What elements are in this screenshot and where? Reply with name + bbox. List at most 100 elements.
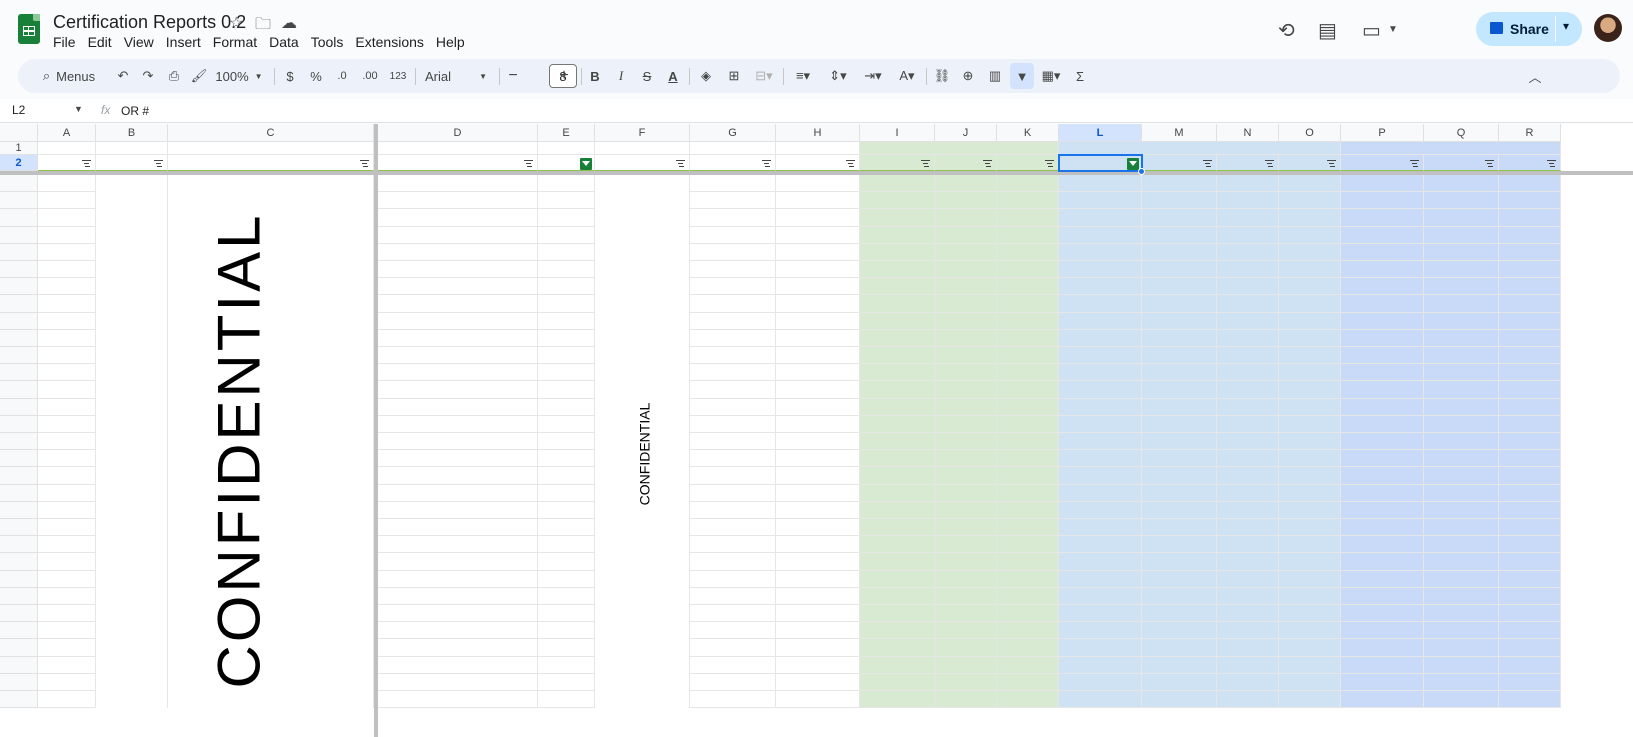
program-cell[interactable] <box>38 519 96 537</box>
table-cell[interactable] <box>1217 639 1279 657</box>
table-cell[interactable] <box>935 329 997 347</box>
table-cell[interactable] <box>1142 553 1217 571</box>
table-cell[interactable] <box>776 450 860 468</box>
share-button[interactable]: Share ▾ <box>1476 12 1582 46</box>
table-cell[interactable] <box>997 605 1059 623</box>
table-cell[interactable] <box>1341 450 1424 468</box>
table-cell[interactable] <box>595 192 690 210</box>
column-label-result[interactable] <box>1279 155 1341 171</box>
table-cell[interactable] <box>595 364 690 382</box>
increase-decimal-button[interactable]: .00 <box>358 59 382 93</box>
table-cell[interactable] <box>935 639 997 657</box>
table-cell[interactable] <box>997 536 1059 554</box>
table-cell[interactable] <box>690 243 776 261</box>
program-cell[interactable] <box>38 226 96 244</box>
table-cell[interactable] <box>1499 536 1561 554</box>
table-cell[interactable] <box>935 467 997 485</box>
table-cell[interactable] <box>538 329 595 347</box>
row-header[interactable] <box>0 398 38 416</box>
table-cell[interactable] <box>860 450 935 468</box>
table-cell[interactable] <box>860 536 935 554</box>
table-cell[interactable] <box>1142 570 1217 588</box>
table-cell[interactable] <box>538 398 595 416</box>
table-cell[interactable] <box>1424 467 1499 485</box>
table-cell[interactable] <box>776 691 860 709</box>
table-cell[interactable] <box>378 691 538 709</box>
table-cell[interactable] <box>935 519 997 537</box>
table-cell[interactable] <box>1424 243 1499 261</box>
table-cell[interactable] <box>776 329 860 347</box>
table-cell[interactable] <box>935 622 997 640</box>
table-cell[interactable] <box>1424 570 1499 588</box>
program-cell[interactable] <box>38 415 96 433</box>
menu-file[interactable]: File <box>53 34 82 50</box>
table-cell[interactable] <box>1424 415 1499 433</box>
program-cell[interactable] <box>38 347 96 365</box>
table-cell[interactable] <box>1499 243 1561 261</box>
program-cell[interactable] <box>38 243 96 261</box>
table-cell[interactable] <box>997 415 1059 433</box>
column-header-k[interactable]: K <box>997 124 1059 142</box>
table-cell[interactable] <box>96 209 168 227</box>
table-cell[interactable] <box>538 261 595 279</box>
table-cell[interactable] <box>1217 587 1279 605</box>
table-cell[interactable] <box>935 347 997 365</box>
zoom-select[interactable]: 100% ▼ <box>213 59 265 93</box>
table-cell[interactable] <box>1424 329 1499 347</box>
table-cell[interactable] <box>378 587 538 605</box>
column-label-code-teacher[interactable] <box>595 155 690 171</box>
table-cell[interactable] <box>776 433 860 451</box>
program-cell[interactable] <box>38 570 96 588</box>
table-cell[interactable] <box>1499 656 1561 674</box>
table-cell[interactable] <box>1279 226 1341 244</box>
table-cell[interactable] <box>935 673 997 691</box>
table-cell[interactable] <box>1059 381 1142 399</box>
table-cell[interactable] <box>538 587 595 605</box>
table-cell[interactable] <box>935 192 997 210</box>
program-cell[interactable] <box>38 295 96 313</box>
font-select[interactable]: Arial ▼ <box>421 59 491 93</box>
row-header[interactable] <box>0 484 38 502</box>
table-cell[interactable] <box>1499 450 1561 468</box>
column-label-final-result[interactable] <box>776 155 860 171</box>
filter-icon[interactable] <box>1485 160 1494 167</box>
program-cell[interactable] <box>38 501 96 519</box>
select-all-corner[interactable] <box>0 124 38 142</box>
table-cell[interactable] <box>538 691 595 709</box>
table-cell[interactable] <box>378 622 538 640</box>
table-cell[interactable] <box>538 501 595 519</box>
table-cell[interactable] <box>1142 639 1217 657</box>
table-cell[interactable] <box>1217 329 1279 347</box>
table-cell[interactable] <box>538 536 595 554</box>
table-cell[interactable] <box>96 484 168 502</box>
table-cell[interactable] <box>935 553 997 571</box>
table-cell[interactable] <box>997 673 1059 691</box>
table-cell[interactable] <box>1059 364 1142 382</box>
row-header[interactable] <box>0 329 38 347</box>
table-cell[interactable] <box>1142 312 1217 330</box>
table-cell[interactable] <box>378 278 538 296</box>
column-label-or[interactable] <box>1059 155 1142 171</box>
filter-icon[interactable] <box>524 160 533 167</box>
table-cell[interactable] <box>595 570 690 588</box>
table-cell[interactable] <box>1279 433 1341 451</box>
table-cell[interactable] <box>1424 501 1499 519</box>
table-cell[interactable] <box>1059 656 1142 674</box>
table-cell[interactable] <box>538 553 595 571</box>
table-cell[interactable] <box>997 639 1059 657</box>
table-cell[interactable] <box>1279 415 1341 433</box>
text-rotation-icon[interactable]: A▾ <box>892 59 922 93</box>
table-cell[interactable] <box>776 261 860 279</box>
filter-icon[interactable] <box>921 160 930 167</box>
table-cell[interactable] <box>1279 209 1341 227</box>
insert-link-icon[interactable]: ⛓ <box>930 59 954 93</box>
table-cell[interactable] <box>378 209 538 227</box>
table-cell[interactable] <box>1059 175 1142 193</box>
name-box[interactable]: L2 <box>12 103 25 117</box>
avatar[interactable] <box>1594 14 1622 42</box>
table-cell[interactable] <box>1341 329 1424 347</box>
table-cell[interactable] <box>1142 329 1217 347</box>
table-cell[interactable] <box>1142 691 1217 709</box>
table-cell[interactable] <box>1059 519 1142 537</box>
table-cell[interactable] <box>1142 364 1217 382</box>
